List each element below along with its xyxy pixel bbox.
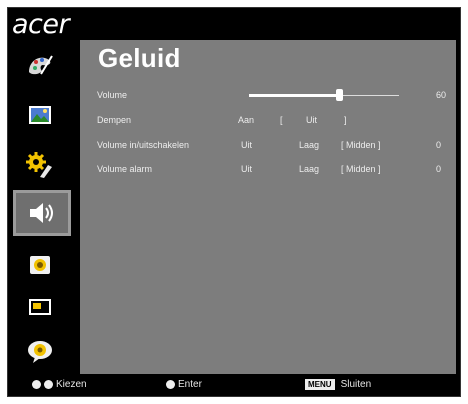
row-label: Volume	[97, 90, 128, 100]
option-off[interactable]: Uit	[306, 113, 317, 127]
up-down-keys-icon	[44, 380, 53, 389]
row-label: Volume alarm	[97, 164, 153, 174]
option-on[interactable]: Aan	[238, 113, 254, 127]
hint-enter-label: Enter	[178, 379, 202, 390]
option-low[interactable]: Laag	[299, 162, 319, 176]
volume-slider[interactable]	[249, 89, 399, 101]
language-icon[interactable]	[22, 336, 58, 368]
page-title: Geluid	[98, 43, 181, 73]
hint-exit: MENU Sluiten	[305, 379, 371, 390]
speaker-icon[interactable]	[13, 190, 71, 236]
footer-hints: Kiezen Enter MENU Sluiten	[8, 374, 460, 396]
option-medium[interactable]: [ Midden ]	[341, 138, 381, 152]
picture-icon[interactable]	[22, 99, 58, 131]
settings-row-volume[interactable]: Volume 60	[97, 88, 452, 102]
up-down-keys-icon	[32, 380, 41, 389]
option-off[interactable]: Uit	[241, 138, 252, 152]
menu-key-icon: MENU	[305, 379, 335, 390]
volume-slider-fill	[249, 94, 339, 97]
display-icon[interactable]	[22, 291, 58, 323]
bracket-close: ]	[344, 115, 347, 125]
acer-logo: acer	[12, 9, 70, 40]
option-low[interactable]: Laag	[299, 138, 319, 152]
row-value: 0	[436, 164, 442, 174]
settings-row-mute[interactable]: Dempen Aan [ Uit ]	[97, 113, 452, 127]
hint-select-label: Kiezen	[56, 379, 87, 390]
settings-row-power-volume[interactable]: Volume in/uitschakelen Uit Laag [ Midden…	[97, 138, 452, 152]
row-label: Volume in/uitschakelen	[97, 140, 190, 150]
volume-slider-thumb[interactable]	[336, 89, 343, 101]
sound-settings-panel: Geluid Volume 60 Dempen Aan [ Uit ] Volu…	[80, 40, 456, 374]
settings-row-alarm-volume[interactable]: Volume alarm Uit Laag [ Midden ] 0	[97, 162, 452, 176]
option-off[interactable]: Uit	[241, 162, 252, 176]
row-value: 0	[436, 140, 442, 150]
option-medium[interactable]: [ Midden ]	[341, 162, 381, 176]
row-label: Dempen	[97, 115, 132, 125]
hint-exit-label: Sluiten	[340, 379, 372, 390]
sidebar	[8, 44, 80, 374]
settings-gear-icon[interactable]	[22, 149, 58, 181]
bracket-open: [	[280, 115, 283, 125]
hint-select: Kiezen	[32, 379, 87, 390]
right-key-icon	[166, 380, 175, 389]
osd-frame: acer Geluid Volume 60 Dempen Aan [Uit]…	[7, 7, 461, 397]
timer-icon[interactable]	[22, 249, 58, 281]
color-wheel-icon[interactable]	[22, 48, 58, 80]
hint-enter: Enter	[166, 379, 202, 390]
volume-value: 60	[436, 90, 447, 100]
